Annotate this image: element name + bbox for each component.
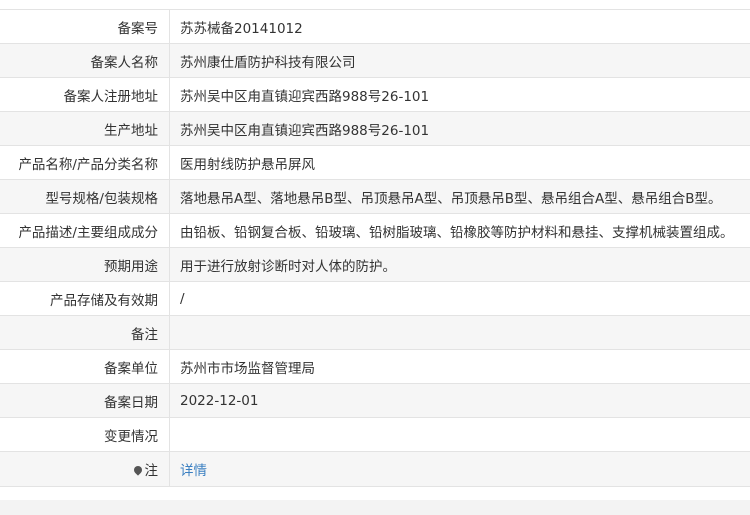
row-value: 医用射线防护悬吊屏风 bbox=[169, 145, 750, 180]
row-label: 备案人注册地址 bbox=[0, 77, 170, 112]
note-label: 注 bbox=[144, 463, 159, 479]
row-label: 预期用途 bbox=[0, 247, 170, 282]
row-value: 苏州吴中区甪直镇迎宾西路988号26-101 bbox=[169, 77, 750, 112]
row-remarks: 备注 bbox=[0, 315, 750, 350]
row-value: 苏苏械备20141012 bbox=[169, 9, 750, 44]
row-value: 苏州康仕盾防护科技有限公司 bbox=[169, 43, 750, 78]
row-filing-date: 备案日期 2022-12-01 bbox=[0, 383, 750, 418]
row-value bbox=[169, 417, 750, 452]
row-model-spec: 型号规格/包装规格 落地悬吊A型、落地悬吊B型、吊顶悬吊A型、吊顶悬吊B型、悬吊… bbox=[0, 179, 750, 214]
bottom-bar bbox=[0, 500, 750, 515]
row-label: 备注 bbox=[0, 315, 170, 350]
row-label: 备案单位 bbox=[0, 349, 170, 384]
row-label: 备案人名称 bbox=[0, 43, 170, 78]
note-value-cell: 详情 bbox=[169, 451, 750, 487]
details-link[interactable]: 详情 bbox=[180, 463, 207, 479]
row-value: 2022-12-01 bbox=[169, 383, 750, 418]
row-record-number: 备案号 苏苏械备20141012 bbox=[0, 9, 750, 44]
row-label: 备案日期 bbox=[0, 383, 170, 418]
row-production-address: 生产地址 苏州吴中区甪直镇迎宾西路988号26-101 bbox=[0, 111, 750, 146]
row-storage-validity: 产品存储及有效期 / bbox=[0, 281, 750, 316]
row-value: / bbox=[169, 281, 750, 316]
row-label: 生产地址 bbox=[0, 111, 170, 146]
row-product-description: 产品描述/主要组成成分 由铅板、铅钢复合板、铅玻璃、铅树脂玻璃、铅橡胶等防护材料… bbox=[0, 213, 750, 248]
record-detail-table: 备案号 苏苏械备20141012 备案人名称 苏州康仕盾防护科技有限公司 备案人… bbox=[0, 9, 750, 487]
row-label: 备案号 bbox=[0, 9, 170, 44]
pin-icon bbox=[131, 464, 144, 476]
row-change-status: 变更情况 bbox=[0, 417, 750, 452]
row-note: 注 详情 bbox=[0, 451, 750, 487]
row-label: 产品描述/主要组成成分 bbox=[0, 213, 170, 248]
row-value: 苏州市市场监督管理局 bbox=[169, 349, 750, 384]
row-value bbox=[169, 315, 750, 350]
row-label: 产品存储及有效期 bbox=[0, 281, 170, 316]
row-intended-use: 预期用途 用于进行放射诊断时对人体的防护。 bbox=[0, 247, 750, 282]
row-label: 型号规格/包装规格 bbox=[0, 179, 170, 214]
row-value: 落地悬吊A型、落地悬吊B型、吊顶悬吊A型、吊顶悬吊B型、悬吊组合A型、悬吊组合B… bbox=[169, 179, 750, 214]
row-product-name: 产品名称/产品分类名称 医用射线防护悬吊屏风 bbox=[0, 145, 750, 180]
row-value: 苏州吴中区甪直镇迎宾西路988号26-101 bbox=[169, 111, 750, 146]
row-label: 变更情况 bbox=[0, 417, 170, 452]
row-label: 产品名称/产品分类名称 bbox=[0, 145, 170, 180]
note-label-cell: 注 bbox=[0, 451, 170, 487]
row-registered-address: 备案人注册地址 苏州吴中区甪直镇迎宾西路988号26-101 bbox=[0, 77, 750, 112]
row-filing-unit: 备案单位 苏州市市场监督管理局 bbox=[0, 349, 750, 384]
row-value: 用于进行放射诊断时对人体的防护。 bbox=[169, 247, 750, 282]
row-value: 由铅板、铅钢复合板、铅玻璃、铅树脂玻璃、铅橡胶等防护材料和悬挂、支撑机械装置组成… bbox=[169, 213, 750, 248]
row-registrant-name: 备案人名称 苏州康仕盾防护科技有限公司 bbox=[0, 43, 750, 78]
